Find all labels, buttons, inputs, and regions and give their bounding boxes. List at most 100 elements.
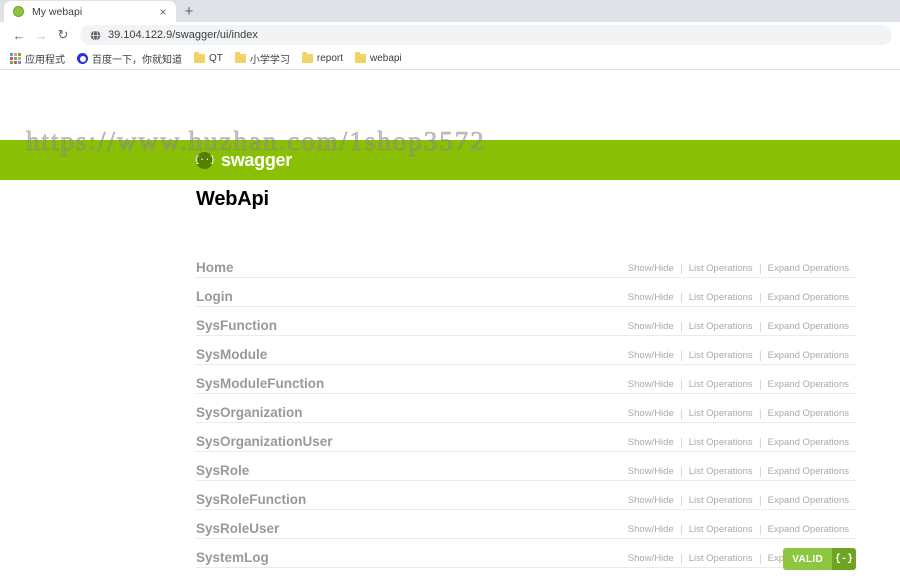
folder-icon <box>234 52 246 63</box>
show-hide-link[interactable]: Show/Hide <box>621 437 681 449</box>
expand-operations-link[interactable]: Expand Operations <box>761 495 856 507</box>
resource-operations: Show/Hide List Operations Expand Operati… <box>621 524 856 537</box>
expand-operations-link[interactable]: Expand Operations <box>761 437 856 449</box>
back-icon[interactable]: ← <box>8 24 30 46</box>
bookmark-label: QT <box>209 53 223 64</box>
resource-name[interactable]: SystemLog <box>196 550 269 566</box>
table-row: Login Show/Hide List Operations Expand O… <box>196 278 856 307</box>
resource-operations: Show/Hide List Operations Expand Operati… <box>621 292 856 305</box>
expand-operations-link[interactable]: Expand Operations <box>761 524 856 536</box>
bookmark-webapi[interactable]: webapi <box>350 52 407 65</box>
folder-icon <box>355 52 367 63</box>
swagger-logo[interactable]: {··} swagger <box>194 149 292 171</box>
resource-name[interactable]: SysRoleUser <box>196 521 279 537</box>
show-hide-link[interactable]: Show/Hide <box>621 321 681 333</box>
expand-operations-link[interactable]: Expand Operations <box>761 466 856 478</box>
close-icon[interactable]: × <box>156 6 170 18</box>
table-row: SysOrganization Show/Hide List Operation… <box>196 394 856 423</box>
resource-operations: Show/Hide List Operations Expand Operati… <box>621 437 856 450</box>
expand-operations-link[interactable]: Expand Operations <box>761 350 856 362</box>
show-hide-link[interactable]: Show/Hide <box>621 263 681 275</box>
reload-icon[interactable]: ↻ <box>52 24 74 46</box>
bookmark-apps[interactable]: 应用程式 <box>5 50 70 67</box>
table-row: Home Show/Hide List Operations Expand Op… <box>196 249 856 278</box>
validator-status-label: VALID <box>783 548 832 570</box>
table-row: SysModuleFunction Show/Hide List Operati… <box>196 365 856 394</box>
green-globe-favicon <box>13 6 24 17</box>
table-row: SysUser Show/Hide List Operations Expand… <box>196 568 856 580</box>
resource-operations: Show/Hide List Operations Expand Operati… <box>621 466 856 479</box>
new-tab-button[interactable]: + <box>176 1 202 22</box>
resource-name[interactable]: Login <box>196 289 233 305</box>
show-hide-link[interactable]: Show/Hide <box>621 350 681 362</box>
expand-operations-link[interactable]: Expand Operations <box>761 263 856 275</box>
resource-name[interactable]: Home <box>196 260 234 276</box>
page-title: WebApi <box>196 188 269 210</box>
table-row: SysFunction Show/Hide List Operations Ex… <box>196 307 856 336</box>
show-hide-link[interactable]: Show/Hide <box>621 524 681 536</box>
list-operations-link[interactable]: List Operations <box>682 263 760 275</box>
address-bar-url: 39.104.122.9/swagger/ui/index <box>108 29 258 41</box>
table-row: SysRoleUser Show/Hide List Operations Ex… <box>196 510 856 539</box>
bookmark-label: 应用程式 <box>25 55 65 66</box>
list-operations-link[interactable]: List Operations <box>682 292 760 304</box>
list-operations-link[interactable]: List Operations <box>682 379 760 391</box>
table-row: SysRoleFunction Show/Hide List Operation… <box>196 481 856 510</box>
resource-name[interactable]: SysOrganization <box>196 405 303 421</box>
list-operations-link[interactable]: List Operations <box>682 466 760 478</box>
resource-operations: Show/Hide List Operations Expand Operati… <box>621 321 856 334</box>
bookmark-qt[interactable]: QT <box>189 52 228 65</box>
resource-operations: Show/Hide List Operations Expand Operati… <box>621 350 856 363</box>
api-resource-list: WebApi Home Show/Hide List Operations Ex… <box>196 188 856 580</box>
show-hide-link[interactable]: Show/Hide <box>621 495 681 507</box>
resource-name[interactable]: SysOrganizationUser <box>196 434 333 450</box>
page-content: https://www.huzhan.com/1shop3572 {··} sw… <box>0 70 900 580</box>
bookmark-xiaoxuexuexi[interactable]: 小学学习 <box>230 50 295 67</box>
globe-icon <box>90 29 101 41</box>
swagger-brace-icon: {-} <box>832 548 856 570</box>
resource-name[interactable]: SysRoleFunction <box>196 492 306 508</box>
status-badge[interactable]: VALID {-} <box>783 548 856 570</box>
apps-grid-icon <box>10 53 21 64</box>
resource-name[interactable]: SysFunction <box>196 318 277 334</box>
resource-name[interactable]: SysModuleFunction <box>196 376 324 392</box>
table-row: SysModule Show/Hide List Operations Expa… <box>196 336 856 365</box>
browser-toolbar: ← → ↻ 39.104.122.9/swagger/ui/index <box>0 22 900 48</box>
folder-icon <box>301 52 313 63</box>
bookmark-label: 百度一下，你就知道 <box>92 55 182 66</box>
show-hide-link[interactable]: Show/Hide <box>621 379 681 391</box>
bookmark-label: report <box>316 53 344 64</box>
expand-operations-link[interactable]: Expand Operations <box>761 321 856 333</box>
forward-icon[interactable]: → <box>30 24 52 46</box>
browser-tab[interactable]: My webapi × <box>4 1 176 22</box>
bookmark-baidu[interactable]: 百度一下，你就知道 <box>72 50 187 67</box>
expand-operations-link[interactable]: Expand Operations <box>761 292 856 304</box>
bookmark-report[interactable]: report <box>297 52 348 65</box>
browser-window: My webapi × + ← → ↻ 39.104.122.9/swagger… <box>0 0 900 580</box>
table-row: SystemLog Show/Hide List Operations Expa… <box>196 539 856 568</box>
list-operations-link[interactable]: List Operations <box>682 321 760 333</box>
show-hide-link[interactable]: Show/Hide <box>621 553 681 565</box>
table-row: SysRole Show/Hide List Operations Expand… <box>196 452 856 481</box>
show-hide-link[interactable]: Show/Hide <box>621 408 681 420</box>
resource-name[interactable]: SysModule <box>196 347 267 363</box>
list-operations-link[interactable]: List Operations <box>682 553 760 565</box>
list-operations-link[interactable]: List Operations <box>682 524 760 536</box>
list-operations-link[interactable]: List Operations <box>682 437 760 449</box>
show-hide-link[interactable]: Show/Hide <box>621 292 681 304</box>
expand-operations-link[interactable]: Expand Operations <box>761 379 856 391</box>
list-operations-link[interactable]: List Operations <box>682 495 760 507</box>
list-operations-link[interactable]: List Operations <box>682 350 760 362</box>
swagger-brand-label: swagger <box>221 149 292 170</box>
address-bar[interactable]: 39.104.122.9/swagger/ui/index <box>80 25 892 45</box>
tab-title: My webapi <box>32 5 83 18</box>
resource-operations: Show/Hide List Operations Expand Operati… <box>621 495 856 508</box>
list-operations-link[interactable]: List Operations <box>682 408 760 420</box>
folder-icon <box>194 52 205 63</box>
show-hide-link[interactable]: Show/Hide <box>621 466 681 478</box>
expand-operations-link[interactable]: Expand Operations <box>761 408 856 420</box>
resource-name[interactable]: SysRole <box>196 463 249 479</box>
bookmark-label: 小学学习 <box>249 55 290 66</box>
resource-operations: Show/Hide List Operations Expand Operati… <box>621 408 856 421</box>
resource-operations: Show/Hide List Operations Expand Operati… <box>621 379 856 392</box>
